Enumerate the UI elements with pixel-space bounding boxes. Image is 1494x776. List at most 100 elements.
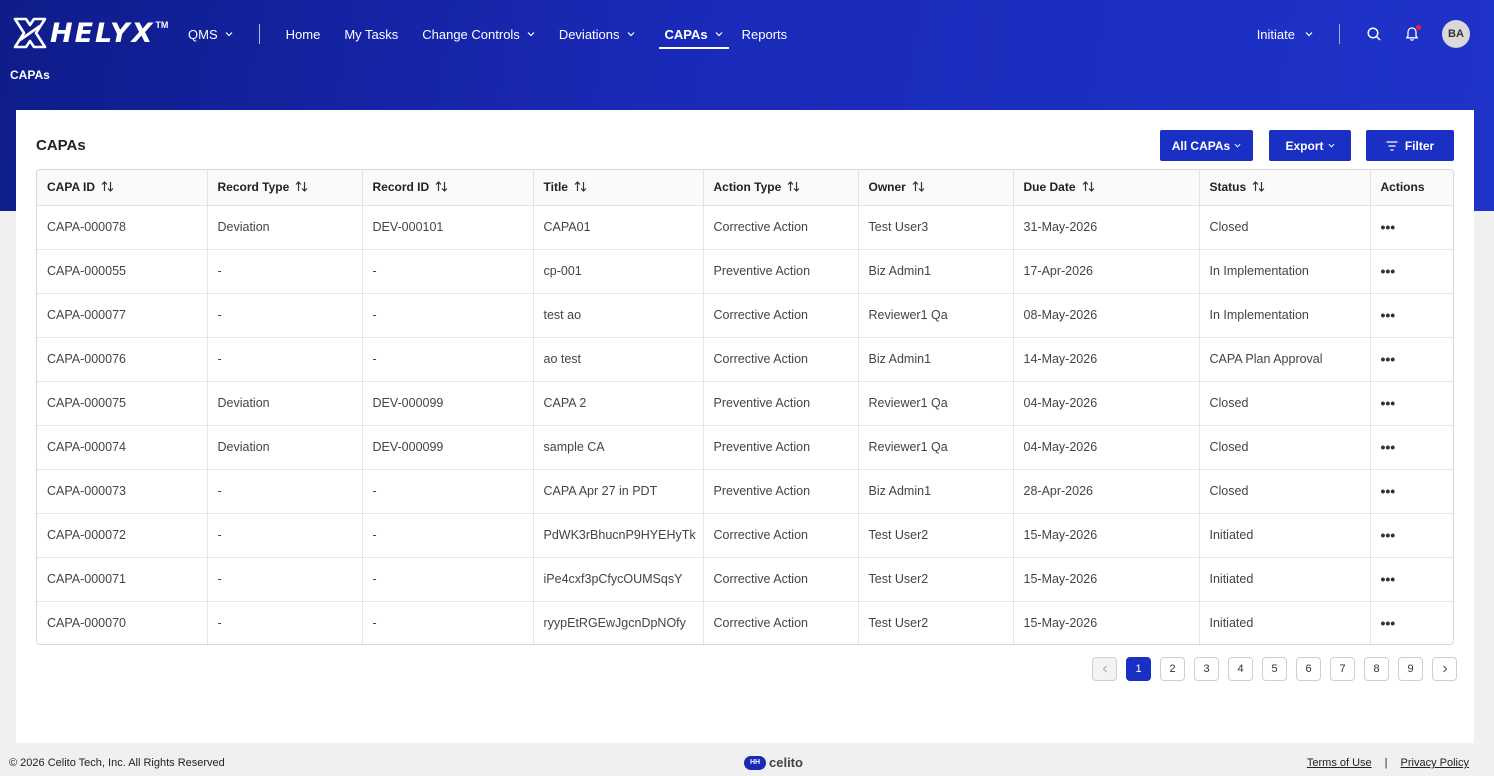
capas-table: CAPA ID Record Type Record ID Title Action T… [36,169,1454,645]
page-title: CAPAs [36,137,86,154]
table-row[interactable]: CAPA-000055- - cp-001 Preventive Action Biz … [37,249,1453,294]
pagination-page-7[interactable]: 7 [1330,657,1355,681]
table-row[interactable]: CAPA-000076- - ao test Corrective Action Biz… [37,337,1453,382]
pagination-page-1[interactable]: 1 [1126,657,1151,681]
nav-item-deviations[interactable]: Deviations [559,22,635,46]
sort-icon[interactable] [912,181,925,193]
table-row[interactable]: CAPA-000070- - ryypEtRGEwJgcnDpNOfy Correct… [37,601,1453,644]
initiate-dropdown[interactable]: Initiate [1257,27,1313,42]
terms-of-use-link[interactable]: Terms of Use [1307,757,1372,769]
table-row[interactable]: CAPA-000074 Deviation DEV-000099 sample CA P… [37,425,1453,470]
column-header-record-type[interactable]: Record Type [207,170,363,206]
record-id-cell: DEV-000101 [362,205,534,250]
nav-item-capas[interactable]: CAPAs [658,22,729,49]
chevron-down-icon [627,32,634,37]
capa-id-cell[interactable]: CAPA-000073 [37,469,208,514]
all-capas-dropdown-button[interactable]: All CAPAs [1160,130,1253,161]
filter-button[interactable]: Filter [1366,130,1454,161]
pagination-page-2[interactable]: 2 [1160,657,1185,681]
column-header-action-type[interactable]: Action Type [703,170,859,206]
sort-icon[interactable] [101,181,114,193]
nav-item-my-tasks[interactable]: My Tasks [344,22,398,46]
nav-item-qms[interactable]: QMS [188,22,233,46]
column-header-record-id[interactable]: Record ID [362,170,534,206]
column-header-capa-id[interactable]: CAPA ID [37,170,208,206]
capa-id-cell[interactable]: CAPA-000071 [37,557,208,602]
pagination-page-4[interactable]: 4 [1228,657,1253,681]
column-header-due-date[interactable]: Due Date [1013,170,1200,206]
table-row[interactable]: CAPA-000072- - PdWK3rBhucnP9HYEHyTk Correct… [37,513,1453,558]
record-type-cell: - [207,469,363,514]
helyx-logo-icon [13,17,47,49]
status-cell: Closed [1199,381,1371,426]
table-row[interactable]: CAPA-000078 Deviation DEV-000101 CAPA01 Corr… [37,205,1453,250]
title-cell: ao test [533,337,704,382]
column-header-owner[interactable]: Owner [858,170,1014,206]
pagination-page-8[interactable]: 8 [1364,657,1389,681]
sort-icon[interactable] [1082,181,1095,193]
main-nav: QMS Home My Tasks Change Controls Deviations… [188,22,788,49]
record-type-cell: Deviation [207,205,363,250]
nav-item-change-controls[interactable]: Change Controls [422,22,535,46]
sort-icon[interactable] [574,181,587,193]
chevron-down-icon [1328,143,1334,148]
row-actions-more-icon[interactable]: ••• [1370,337,1453,382]
nav-item-reports[interactable]: Reports [742,22,788,46]
capa-id-cell[interactable]: CAPA-000076 [37,337,208,382]
column-header-status[interactable]: Status [1199,170,1371,206]
pagination-page-3[interactable]: 3 [1194,657,1219,681]
row-actions-more-icon[interactable]: ••• [1370,381,1453,426]
capa-id-cell[interactable]: CAPA-000072 [37,513,208,558]
nav-item-home[interactable]: Home [286,22,321,46]
celito-logo-badge: HH [744,755,766,770]
pagination-page-6[interactable]: 6 [1296,657,1321,681]
table-row[interactable]: CAPA-000073- - CAPA Apr 27 in PDT Preventiv… [37,469,1453,514]
sort-icon[interactable] [435,181,448,193]
capa-id-cell[interactable]: CAPA-000055 [37,249,208,294]
row-actions-more-icon[interactable]: ••• [1370,249,1453,294]
capa-id-cell[interactable]: CAPA-000070 [37,601,208,644]
notification-bell-icon[interactable] [1404,25,1421,42]
row-actions-more-icon[interactable]: ••• [1370,293,1453,338]
pagination-prev-button[interactable] [1092,657,1117,681]
table-row[interactable]: CAPA-000075 Deviation DEV-000099 CAPA 2 Prev… [37,381,1453,426]
capa-id-cell[interactable]: CAPA-000074 [37,425,208,470]
user-avatar[interactable]: BA [1442,20,1470,48]
pagination-next-button[interactable] [1432,657,1457,681]
status-cell: Closed [1199,469,1371,514]
table-row[interactable]: CAPA-000077- - test ao Corrective Action Rev… [37,293,1453,338]
nav-item-label: QMS [188,26,218,42]
sort-icon[interactable] [1252,181,1265,193]
row-actions-more-icon[interactable]: ••• [1370,513,1453,558]
nav-item-label: Change Controls [422,26,520,42]
row-actions-more-icon[interactable]: ••• [1370,601,1453,644]
table-header-row: CAPA ID Record Type Record ID Title Action T… [37,170,1453,206]
row-actions-more-icon[interactable]: ••• [1370,205,1453,250]
privacy-policy-link[interactable]: Privacy Policy [1401,757,1469,769]
pagination-page-5[interactable]: 5 [1262,657,1287,681]
capa-id-cell[interactable]: CAPA-000075 [37,381,208,426]
nav-item-label: Deviations [558,26,620,42]
brand-name: HELYX [50,17,155,49]
table-row[interactable]: CAPA-000071- - iPe4cxf3pCfycOUMSqsY Correct… [37,557,1453,602]
action-type-cell: Corrective Action [703,601,859,644]
owner-cell: Test User3 [858,205,1014,250]
title-cell: test ao [533,293,704,338]
pagination-page-9[interactable]: 9 [1398,657,1423,681]
capa-id-cell[interactable]: CAPA-000077 [37,293,208,338]
row-actions-more-icon[interactable]: ••• [1370,469,1453,514]
capa-id-cell[interactable]: CAPA-000078 [37,205,208,250]
sort-icon[interactable] [295,181,308,193]
row-actions-more-icon[interactable]: ••• [1370,557,1453,602]
copyright-text: © 2026 Celito Tech, Inc. All Rights Rese… [9,757,225,769]
status-cell: Closed [1199,205,1371,250]
export-dropdown-button[interactable]: Export [1269,130,1351,161]
search-icon[interactable] [1366,26,1382,42]
celito-logo-text: celito [769,755,803,770]
sort-icon[interactable] [787,181,800,193]
column-header-title[interactable]: Title [533,170,704,206]
helyx-logo[interactable]: HELYX TM [12,16,168,50]
due-date-cell: 08-May-2026 [1013,293,1200,338]
title-cell: iPe4cxf3pCfycOUMSqsY [533,557,704,602]
row-actions-more-icon[interactable]: ••• [1370,425,1453,470]
